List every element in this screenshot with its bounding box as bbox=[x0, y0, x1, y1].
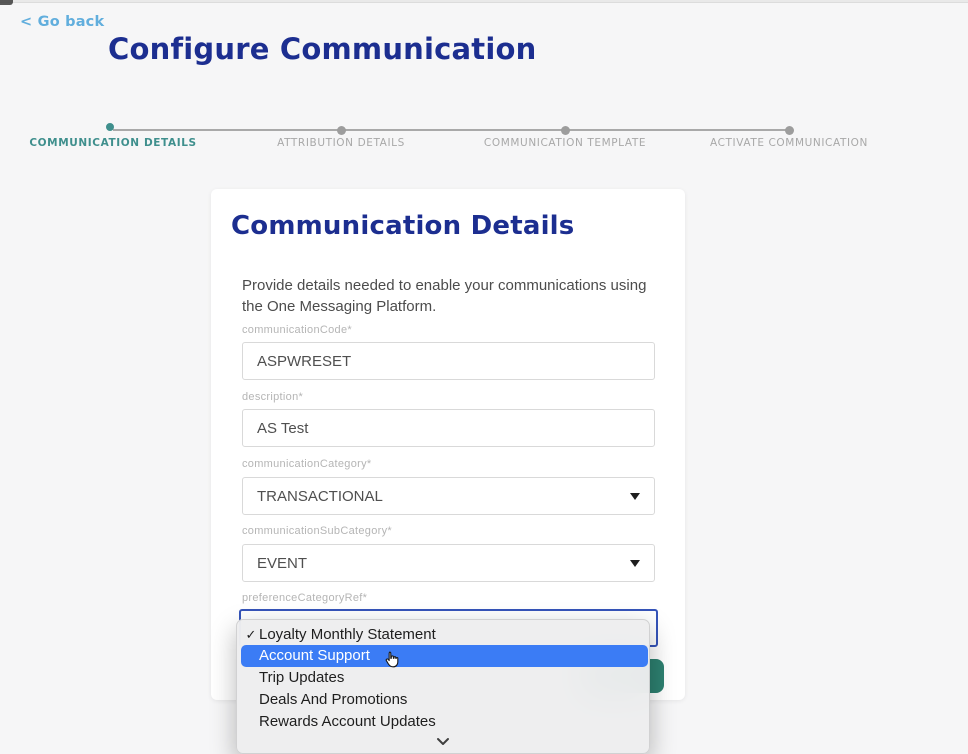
step-label-attribution-details: ATTRIBUTION DETAILS bbox=[277, 137, 405, 149]
caret-down-icon bbox=[630, 560, 640, 567]
step-dot-attribution-details bbox=[337, 126, 346, 135]
screen-corner-artifact bbox=[0, 0, 13, 5]
menu-option-deals-and-promotions[interactable]: Deals And Promotions bbox=[237, 689, 649, 711]
description-input[interactable] bbox=[242, 409, 655, 447]
communication-category-value: TRANSACTIONAL bbox=[257, 488, 383, 505]
description-label: description* bbox=[242, 391, 303, 403]
menu-option-rewards-account-updates[interactable]: Rewards Account Updates bbox=[237, 711, 649, 733]
menu-option-account-support-label: Account Support bbox=[259, 647, 370, 664]
communication-subcategory-select[interactable]: EVENT bbox=[242, 544, 655, 582]
step-dot-communication-details bbox=[106, 123, 114, 131]
go-back-link[interactable]: < Go back bbox=[20, 14, 104, 30]
preference-category-ref-label: preferenceCategoryRef* bbox=[242, 592, 367, 604]
communication-code-input[interactable] bbox=[242, 342, 655, 380]
step-label-communication-template: COMMUNICATION TEMPLATE bbox=[484, 137, 646, 149]
communication-category-select[interactable]: TRANSACTIONAL bbox=[242, 477, 655, 515]
menu-option-loyalty-monthly-statement[interactable]: Loyalty Monthly Statement bbox=[237, 624, 649, 646]
step-label-activate-communication: ACTIVATE COMMUNICATION bbox=[710, 137, 868, 149]
stepper-connector-line bbox=[113, 129, 789, 131]
communication-code-label: communicationCode* bbox=[242, 324, 352, 336]
preference-category-dropdown-menu: ✓ Loyalty Monthly Statement Account Supp… bbox=[236, 619, 650, 754]
communication-subcategory-label: communicationSubCategory* bbox=[242, 525, 392, 537]
step-label-communication-details: COMMUNICATION DETAILS bbox=[29, 137, 196, 149]
menu-option-account-support[interactable]: Account Support bbox=[241, 645, 648, 667]
step-dot-activate-communication bbox=[785, 126, 794, 135]
chevron-down-icon[interactable] bbox=[436, 733, 450, 750]
communication-subcategory-value: EVENT bbox=[257, 555, 307, 572]
menu-option-trip-updates[interactable]: Trip Updates bbox=[237, 667, 649, 689]
caret-down-icon bbox=[630, 493, 640, 500]
card-title: Communication Details bbox=[231, 211, 574, 241]
card-description: Provide details needed to enable your co… bbox=[242, 275, 670, 317]
step-dot-communication-template bbox=[561, 126, 570, 135]
page-title: Configure Communication bbox=[108, 32, 536, 66]
communication-category-label: communicationCategory* bbox=[242, 458, 372, 470]
top-edge-strip bbox=[0, 0, 968, 3]
